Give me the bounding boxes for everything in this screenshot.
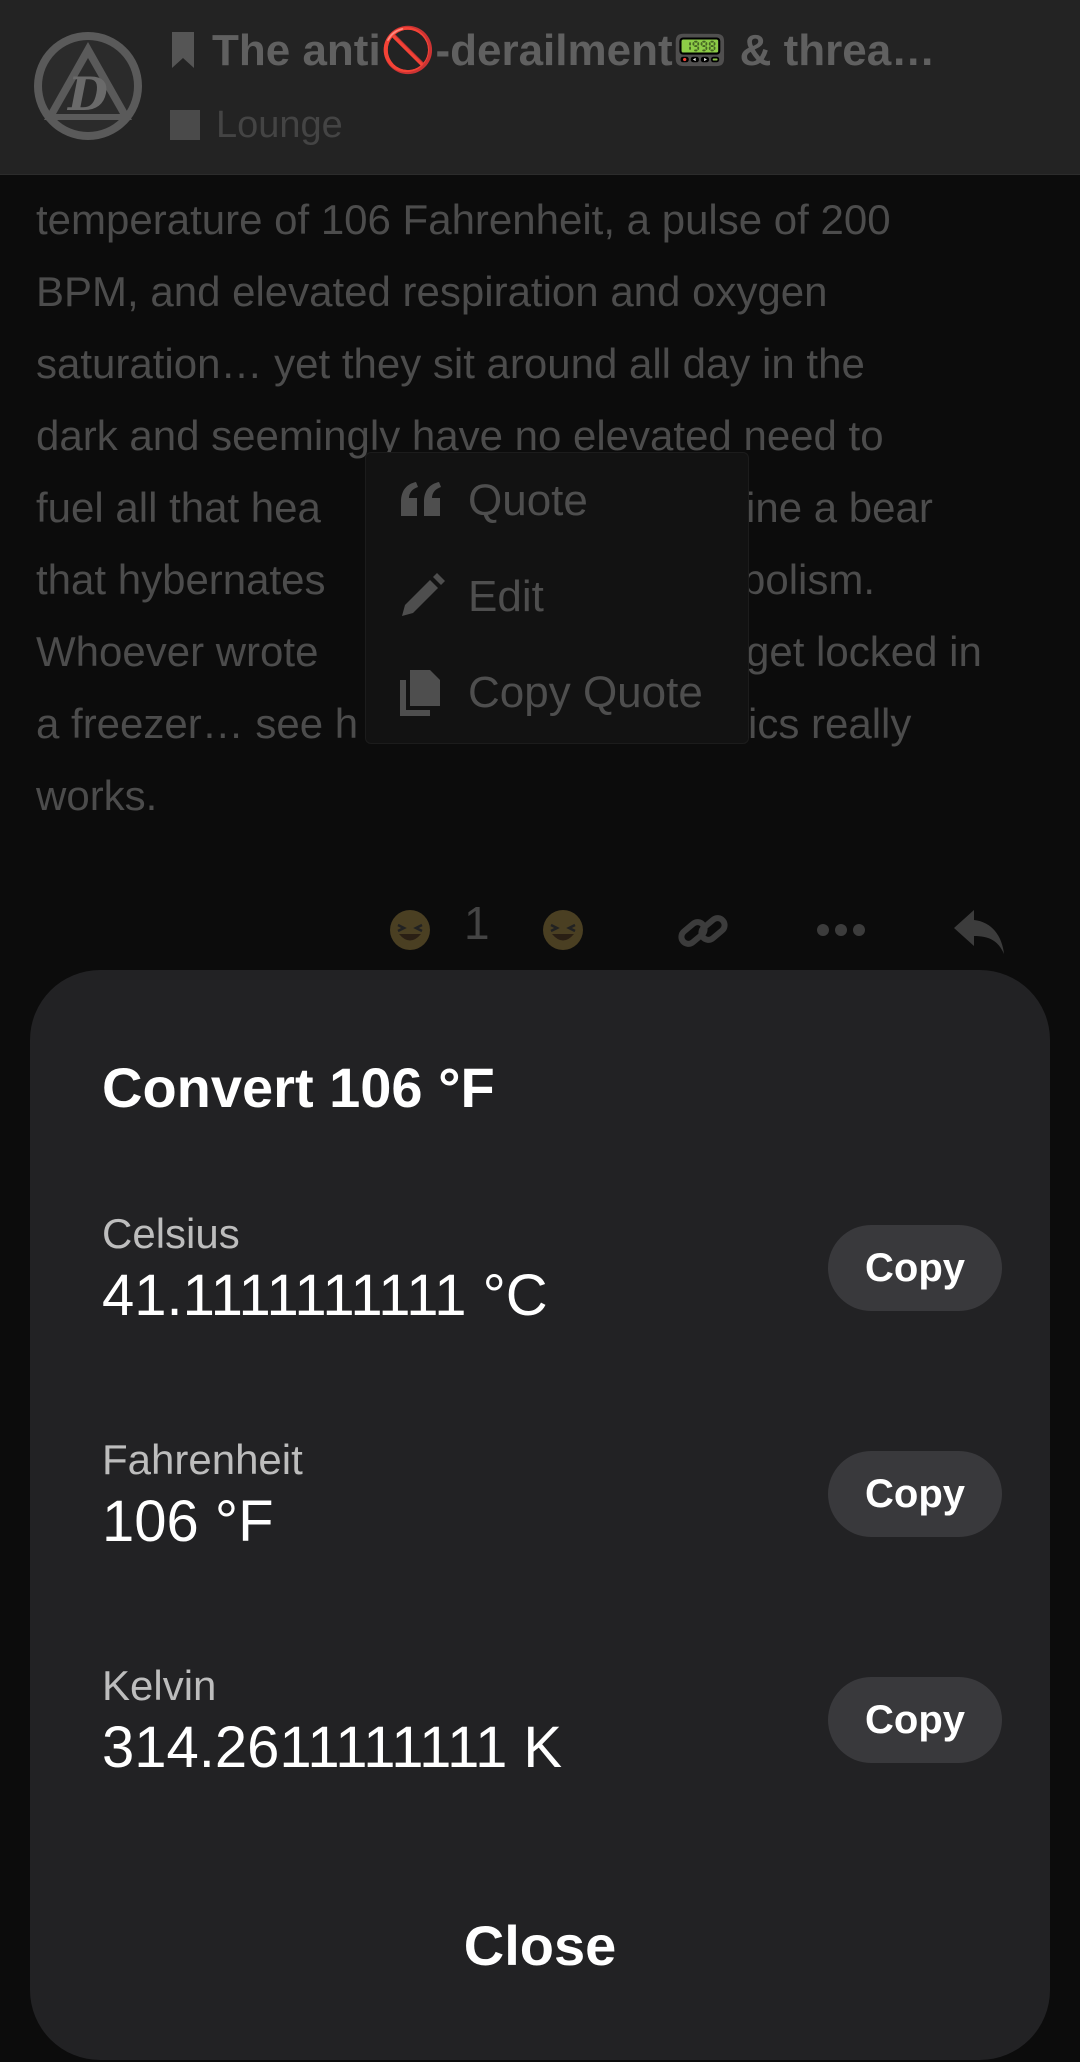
quote-button[interactable]: Quote <box>366 453 748 549</box>
unit-label: Fahrenheit <box>102 1436 303 1483</box>
site-logo-icon: D <box>34 32 142 140</box>
copy-fahrenheit-button[interactable]: Copy <box>828 1451 1002 1537</box>
laughing-emoji-icon[interactable] <box>389 909 431 951</box>
site-logo[interactable]: D <box>30 28 146 144</box>
copy-celsius-button[interactable]: Copy <box>828 1225 1002 1311</box>
post-line-end: bolism. <box>742 556 876 603</box>
category-name: Lounge <box>216 103 343 146</box>
bookmark-icon[interactable] <box>170 30 196 70</box>
sheet-title: Convert 106 °F <box>102 1056 495 1119</box>
topic-title[interactable]: The anti🚫-derailment📟 & threa… <box>212 24 935 76</box>
pencil-icon <box>402 573 445 616</box>
unit-value: 41.1111111111 °C <box>102 1263 548 1328</box>
svg-text:D: D <box>66 67 108 121</box>
quote-icon <box>401 482 441 516</box>
category-color-square <box>170 110 200 140</box>
edit-label: Edit <box>468 572 544 621</box>
copy-kelvin-button[interactable]: Copy <box>828 1677 1002 1763</box>
quote-popup-menu: Quote Edit Copy Quote <box>365 452 749 744</box>
post-line-start: that hybernates <box>36 556 326 603</box>
post-line-end: ine a bear <box>746 484 933 531</box>
more-icon[interactable] <box>816 922 866 938</box>
copy-quote-label: Copy Quote <box>468 668 703 717</box>
reply-icon[interactable] <box>950 906 1008 958</box>
post-line: BPM, and elevated respiration and oxygen <box>36 268 828 315</box>
post-line: temperature of 106 Fahrenheit, a pulse o… <box>36 196 891 243</box>
unit-value: 106 °F <box>102 1489 274 1554</box>
post-line-end: get locked in <box>746 628 982 675</box>
copy-icon <box>400 670 440 716</box>
celsius-row: Celsius 41.1111111111 °C Copy <box>102 1210 1002 1370</box>
unit-value: 314.2611111111 K <box>102 1715 563 1780</box>
fahrenheit-row: Fahrenheit 106 °F Copy <box>102 1436 1002 1596</box>
laughing-emoji-icon[interactable] <box>542 909 584 951</box>
post-line-start: fuel all that hea <box>36 484 321 531</box>
link-icon[interactable] <box>676 906 730 956</box>
close-button[interactable]: Close <box>30 1905 1050 1985</box>
post-line: works. <box>36 772 158 819</box>
copy-quote-button[interactable]: Copy Quote <box>366 645 748 741</box>
category-badge[interactable]: Lounge <box>170 100 343 150</box>
unit-label: Celsius <box>102 1210 240 1257</box>
post-actions-bar: 1 <box>0 897 1080 960</box>
topic-header: D The anti🚫-derailment📟 & threa… Lounge <box>0 0 1080 175</box>
quote-label: Quote <box>468 476 588 525</box>
unit-label: Kelvin <box>102 1662 217 1709</box>
post-line-start: Whoever wrote <box>36 628 319 675</box>
post-line: saturation… yet they sit around all day … <box>36 340 865 387</box>
post-line-start: a freezer… see h <box>36 700 359 747</box>
unit-converter-sheet: Convert 106 °F Celsius 41.1111111111 °C … <box>30 970 1050 2060</box>
kelvin-row: Kelvin 314.2611111111 K Copy <box>102 1662 1002 1822</box>
edit-button[interactable]: Edit <box>366 549 748 645</box>
topic-title-row[interactable]: The anti🚫-derailment📟 & threa… <box>170 22 1060 78</box>
reaction-count[interactable]: 1 <box>464 896 490 950</box>
post-line-end: ics really <box>748 700 912 747</box>
